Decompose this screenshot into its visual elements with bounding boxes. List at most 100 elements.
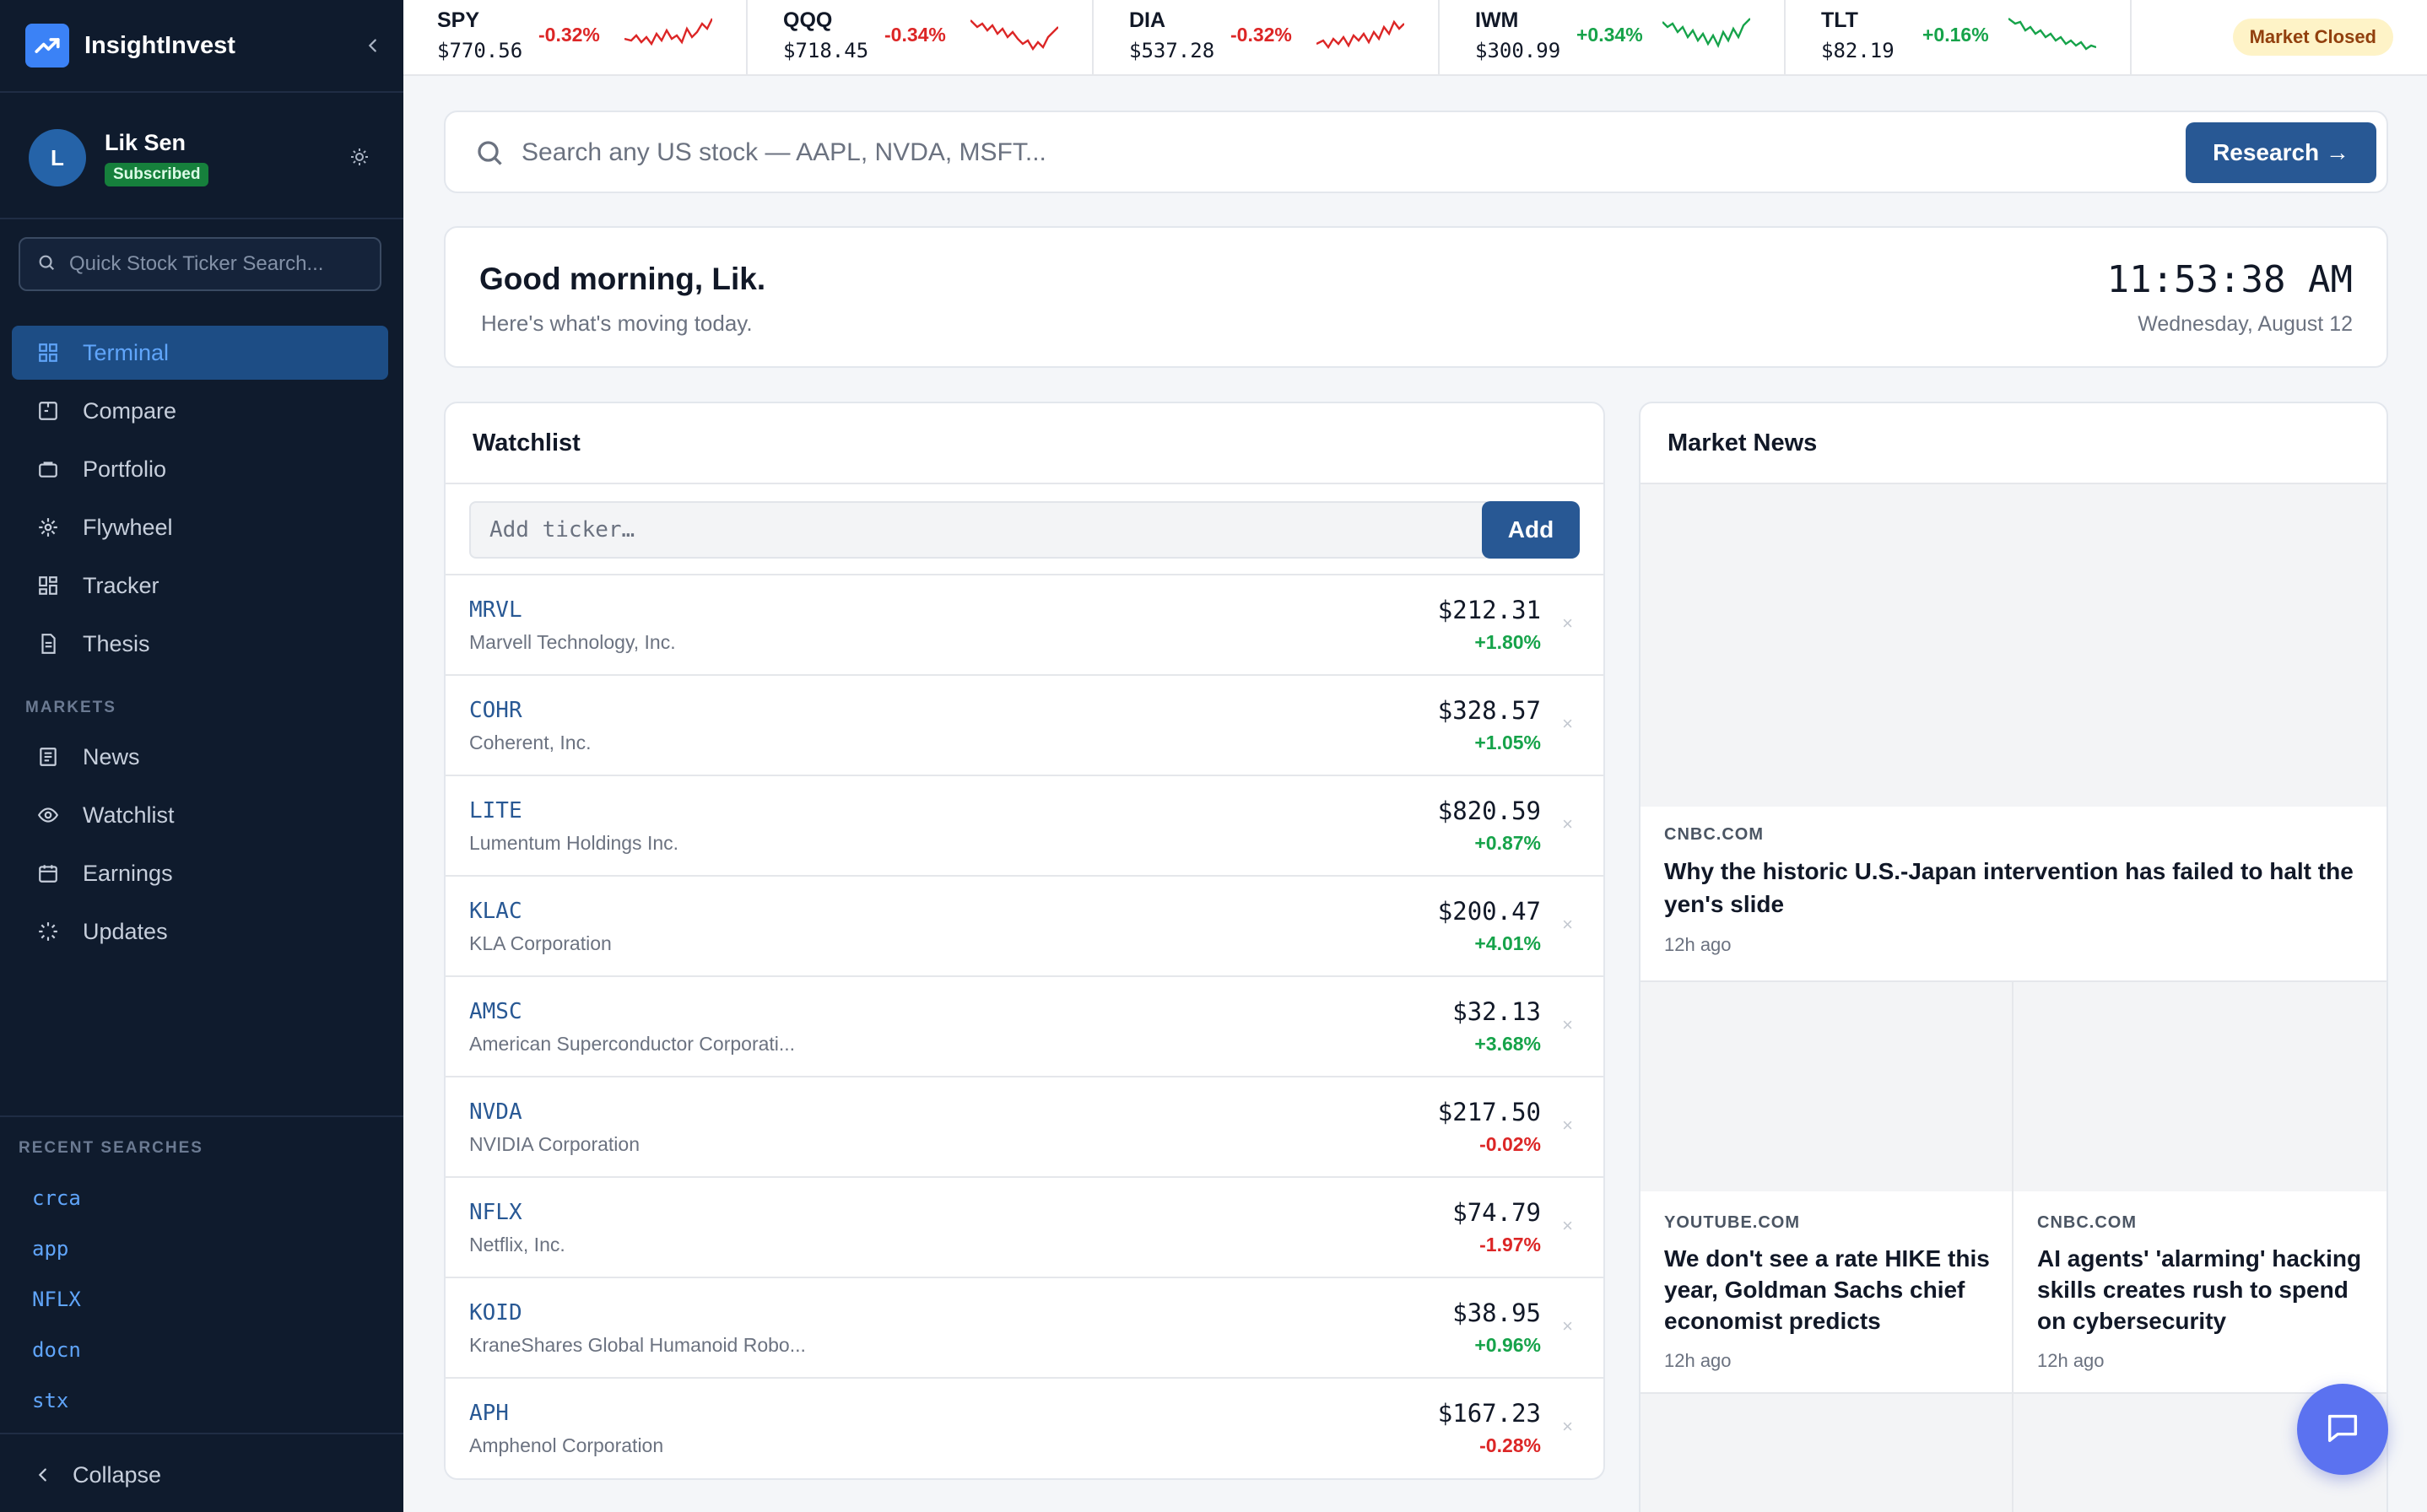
remove-icon[interactable]: × <box>1562 1215 1573 1237</box>
ticker-price: $770.56 <box>437 39 523 62</box>
nav-item-earnings[interactable]: Earnings <box>12 846 388 900</box>
ticker-qqq[interactable]: QQQ $718.45 -0.34% <box>749 0 1094 74</box>
watchlist-row[interactable]: LITE Lumentum Holdings Inc. $820.59 +0.8… <box>446 776 1603 877</box>
greeting-card: Good morning, Lik. Here's what's moving … <box>444 226 2388 368</box>
ticker-tlt[interactable]: TLT $82.19 +0.16% <box>1787 0 2132 74</box>
row-company-name: Marvell Technology, Inc. <box>469 631 676 653</box>
trending-up-icon <box>25 24 69 68</box>
news-hero-image[interactable] <box>1641 484 2386 807</box>
ticker-dia[interactable]: DIA $537.28 -0.32% <box>1095 0 1440 74</box>
watchlist-row[interactable]: AMSC American Superconductor Corporati..… <box>446 977 1603 1077</box>
ticker-symbol: SPY <box>437 8 480 32</box>
row-price: $212.31 <box>1437 596 1541 624</box>
chevron-left-icon[interactable] <box>358 30 388 61</box>
row-change: +1.05% <box>1474 732 1541 753</box>
markets-section-label: MARKETS <box>25 699 116 716</box>
watchlist-row[interactable]: NVDA NVIDIA Corporation $217.50 -0.02% × <box>446 1077 1603 1178</box>
row-price: $167.23 <box>1437 1399 1541 1428</box>
news-thumbnail[interactable] <box>1641 1394 2012 1512</box>
stock-search-input[interactable] <box>522 134 2125 171</box>
news-thumbnail[interactable] <box>1641 982 2012 1191</box>
remove-icon[interactable]: × <box>1562 713 1573 735</box>
watchlist-row[interactable]: APH Amphenol Corporation $167.23 -0.28% … <box>446 1379 1603 1478</box>
settings-icon[interactable] <box>344 142 375 172</box>
row-price: $74.79 <box>1452 1198 1541 1227</box>
remove-icon[interactable]: × <box>1562 1115 1573 1137</box>
layout-icon <box>35 573 61 598</box>
nav-item-tracker[interactable]: Tracker <box>12 559 388 613</box>
search-icon <box>474 138 505 172</box>
nav-item-thesis[interactable]: Thesis <box>12 617 388 671</box>
research-button[interactable]: Research → <box>2186 122 2376 183</box>
remove-icon[interactable]: × <box>1562 613 1573 634</box>
add-ticker-input[interactable] <box>469 501 1492 559</box>
app-name: InsightInvest <box>84 31 235 59</box>
subscription-badge: Subscribed <box>105 162 209 186</box>
nav-item-compare[interactable]: Compare <box>12 384 388 438</box>
news-article[interactable]: CNBC.COM Why the historic U.S.-Japan int… <box>1664 825 2356 956</box>
recent-search-item[interactable]: NFLX <box>32 1274 81 1325</box>
ticker-spy[interactable]: SPY $770.56 -0.32% <box>403 0 748 74</box>
row-change: +3.68% <box>1474 1033 1541 1055</box>
sun-icon <box>35 515 61 540</box>
watchlist-row[interactable]: COHR Coherent, Inc. $328.57 +1.05% × <box>446 676 1603 776</box>
ticker-iwm[interactable]: IWM $300.99 +0.34% <box>1441 0 1786 74</box>
nav-item-terminal[interactable]: Terminal <box>12 326 388 380</box>
row-company-name: Netflix, Inc. <box>469 1234 565 1256</box>
nav-item-flywheel[interactable]: Flywheel <box>12 500 388 554</box>
row-symbol: AMSC <box>469 999 522 1024</box>
recent-search-item[interactable]: docn <box>32 1325 81 1375</box>
news-thumbnail[interactable] <box>2013 982 2386 1191</box>
news-time: 12h ago <box>2037 1350 2105 1371</box>
row-price: $38.95 <box>1452 1299 1541 1327</box>
nav-label: Portfolio <box>83 456 167 482</box>
remove-icon[interactable]: × <box>1562 914 1573 936</box>
news-headline[interactable]: Why the historic U.S.-Japan intervention… <box>1664 855 2356 921</box>
ticker-price: $718.45 <box>783 39 869 62</box>
news-headline[interactable]: AI agents' 'alarming' hacking skills cre… <box>2037 1243 2371 1336</box>
row-change: +4.01% <box>1474 932 1541 954</box>
row-change: -1.97% <box>1479 1234 1541 1256</box>
divider <box>0 91 403 93</box>
news-source: YOUTUBE.COM <box>1664 1213 1800 1232</box>
market-status-badge: Market Closed <box>2232 19 2393 56</box>
news-article[interactable]: CNBC.COM AI agents' 'alarming' hacking s… <box>2037 1213 2371 1372</box>
news-time: 12h ago <box>1664 1350 1732 1371</box>
watchlist-row[interactable]: KOID KraneShares Global Humanoid Robo...… <box>446 1278 1603 1379</box>
collapse-sidebar-button[interactable]: Collapse <box>34 1451 161 1498</box>
quick-ticker-search[interactable] <box>19 237 381 291</box>
search-icon <box>37 253 56 276</box>
remove-icon[interactable]: × <box>1562 1315 1573 1337</box>
quick-ticker-search-input[interactable] <box>69 252 373 276</box>
row-company-name: KraneShares Global Humanoid Robo... <box>469 1334 806 1356</box>
main-nav: Terminal Compare Portfolio Flywheel Trac… <box>12 326 388 675</box>
document-icon <box>35 631 61 656</box>
watchlist-row[interactable]: MRVL Marvell Technology, Inc. $212.31 +1… <box>446 575 1603 676</box>
greeting-title: Good morning, Lik. <box>479 262 766 296</box>
briefcase-icon <box>35 456 61 482</box>
remove-icon[interactable]: × <box>1562 1416 1573 1438</box>
watchlist-row[interactable]: KLAC KLA Corporation $200.47 +4.01% × <box>446 877 1603 977</box>
user-profile: L Lik Sen Subscribed <box>29 125 375 191</box>
add-ticker-button[interactable]: Add <box>1482 501 1580 559</box>
remove-icon[interactable]: × <box>1562 813 1573 835</box>
news-headline[interactable]: We don't see a rate HIKE this year, Gold… <box>1664 1243 1993 1336</box>
ticker-price: $537.28 <box>1129 39 1215 62</box>
recent-search-item[interactable]: app <box>32 1223 81 1274</box>
news-article[interactable]: YOUTUBE.COM We don't see a rate HIKE thi… <box>1664 1213 1993 1372</box>
nav-item-portfolio[interactable]: Portfolio <box>12 442 388 496</box>
nav-item-updates[interactable]: Updates <box>12 904 388 958</box>
recent-search-item[interactable]: stx <box>32 1375 81 1426</box>
nav-item-watchlist[interactable]: Watchlist <box>12 788 388 842</box>
row-company-name: Amphenol Corporation <box>469 1434 664 1456</box>
remove-icon[interactable]: × <box>1562 1014 1573 1036</box>
row-change: +0.87% <box>1474 832 1541 854</box>
ticker-change: -0.34% <box>884 24 946 46</box>
recent-search-item[interactable]: crca <box>32 1173 81 1223</box>
nav-item-news[interactable]: News <box>12 730 388 784</box>
avatar[interactable]: L <box>29 129 86 186</box>
chat-button[interactable] <box>2297 1384 2388 1475</box>
calendar-icon <box>35 861 61 886</box>
watchlist-row[interactable]: NFLX Netflix, Inc. $74.79 -1.97% × <box>446 1178 1603 1278</box>
row-symbol: KLAC <box>469 899 522 924</box>
